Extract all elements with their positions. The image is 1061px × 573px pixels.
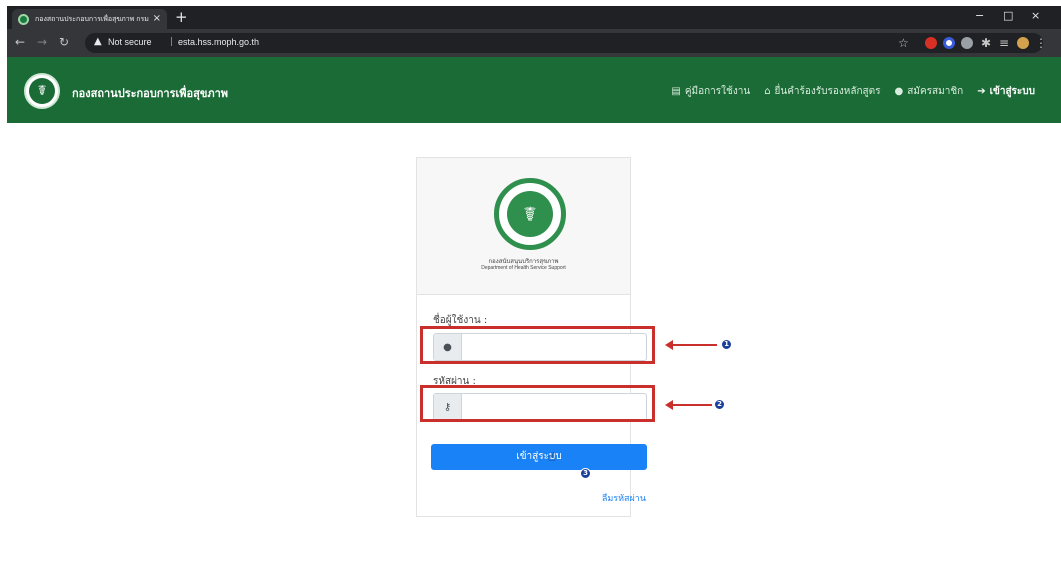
password-highlight-box — [420, 385, 655, 422]
profile-avatar[interactable] — [1017, 37, 1029, 49]
annotation-arrow-1 — [665, 340, 717, 350]
bookmark-star-icon[interactable]: ☆ — [898, 36, 909, 50]
annotation-badge-2: 2 — [714, 399, 725, 410]
browser-toolbar: ← → ↻ ▲ Not secure | esta.hss.moph.go.th… — [7, 29, 1061, 57]
nav-item-login[interactable]: ➔ เข้าสู่ระบบ — [977, 84, 1035, 99]
back-icon[interactable]: ← — [15, 35, 25, 49]
ministry-seal-icon: ☤ — [494, 178, 566, 250]
forgot-password-link[interactable]: ลืมรหัสผ่าน — [602, 491, 646, 505]
warning-icon: ▲ — [94, 36, 102, 47]
extension-red-icon[interactable] — [925, 37, 937, 49]
nav-item-course-request[interactable]: ⌂ ยื่นคำร้องรับรองหลักสูตร — [764, 84, 880, 99]
maximize-button[interactable]: □ — [1003, 9, 1013, 23]
extension-camera-icon[interactable] — [961, 37, 973, 49]
nav-item-register[interactable]: ● สมัครสมาชิก — [895, 84, 964, 99]
login-card-header: ☤ กองสนับสนุนบริการสุขภาพ Department of … — [417, 158, 630, 295]
url-text: esta.hss.moph.go.th — [178, 37, 260, 47]
nav-item-manual[interactable]: ▤ คู่มือการใช้งาน — [671, 84, 750, 99]
department-name-english: Department of Health Service Support — [481, 265, 566, 271]
new-tab-button[interactable]: + — [175, 8, 188, 26]
forward-icon[interactable]: → — [37, 35, 47, 49]
top-navigation: ▤ คู่มือการใช้งาน ⌂ ยื่นคำร้องรับรองหลัก… — [657, 84, 1035, 99]
sign-in-icon: ➔ — [977, 86, 986, 97]
nav-item-label: คู่มือการใช้งาน — [684, 86, 751, 97]
brand-name[interactable]: กองสถานประกอบการเพื่อสุขภาพ — [72, 84, 228, 102]
nav-item-label: เข้าสู่ระบบ — [989, 86, 1035, 97]
ministry-logo-icon[interactable]: ☤ — [24, 73, 60, 109]
annotation-badge-1: 1 — [721, 339, 732, 350]
user-icon: ● — [894, 86, 904, 97]
address-separator: | — [170, 37, 174, 47]
site-favicon-icon — [18, 13, 29, 25]
not-secure-label: Not secure — [108, 37, 152, 47]
site-header: ☤ กองสถานประกอบการเพื่อสุขภาพ ▤ คู่มือกา… — [7, 57, 1061, 123]
nav-item-label: สมัครสมาชิก — [907, 86, 964, 97]
extensions-puzzle-icon[interactable]: ✱ — [981, 36, 991, 50]
building-icon: ⌂ — [764, 86, 771, 97]
caduceus-icon: ☤ — [507, 191, 553, 237]
hand-cursor-icon: ☝ — [548, 450, 556, 464]
tab-strip: กองสถานประกอบการเพื่อสุขภาพ กรม × + − □ … — [7, 6, 1061, 29]
book-icon: ▤ — [671, 86, 681, 97]
annotation-badge-3: 3 — [580, 468, 591, 479]
tab-title: กองสถานประกอบการเพื่อสุขภาพ กรม — [35, 15, 149, 23]
minimize-button[interactable]: − — [975, 9, 984, 23]
caduceus-icon: ☤ — [29, 78, 55, 104]
annotation-arrow-2 — [665, 400, 712, 410]
login-button[interactable]: เข้าสู่ระบบ — [431, 444, 647, 470]
browser-menu-icon[interactable]: ⋮ — [1035, 36, 1047, 50]
address-bar[interactable]: ▲ Not secure | esta.hss.moph.go.th ☆ ✱ ≡… — [85, 33, 1047, 53]
extension-blue-icon[interactable] — [943, 37, 955, 49]
reload-icon[interactable]: ↻ — [59, 35, 69, 49]
browser-window: กองสถานประกอบการเพื่อสุขภาพ กรม × + − □ … — [7, 6, 1061, 573]
reading-list-icon[interactable]: ≡ — [999, 36, 1009, 50]
close-window-button[interactable]: × — [1031, 9, 1040, 23]
username-highlight-box — [420, 326, 655, 364]
browser-tab[interactable]: กองสถานประกอบการเพื่อสุขภาพ กรม × — [12, 9, 167, 29]
tab-close-icon[interactable]: × — [153, 14, 161, 24]
nav-item-label: ยื่นคำร้องรับรองหลักสูตร — [774, 86, 881, 97]
